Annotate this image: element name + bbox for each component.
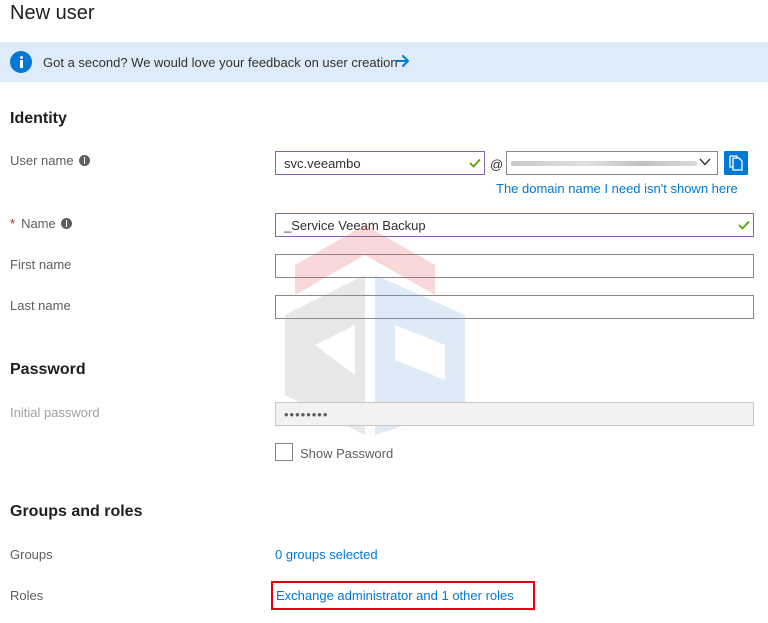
name-label: * Name <box>10 216 72 231</box>
groups-roles-heading: Groups and roles <box>10 503 143 520</box>
domain-value-redacted <box>511 161 697 166</box>
feedback-banner[interactable]: Got a second? We would love your feedbac… <box>0 42 768 82</box>
last-name-label: Last name <box>10 298 71 313</box>
show-password-checkbox[interactable] <box>275 443 293 461</box>
info-icon[interactable] <box>78 155 90 166</box>
show-password-label[interactable]: Show Password <box>300 446 393 461</box>
roles-label: Roles <box>10 588 44 603</box>
watermark-logo <box>285 225 465 435</box>
username-input[interactable] <box>275 151 485 175</box>
roles-link[interactable]: Exchange administrator and 1 other roles <box>276 588 514 603</box>
last-name-input[interactable] <box>275 295 754 319</box>
domain-not-shown-link[interactable]: The domain name I need isn't shown here <box>496 181 738 196</box>
domain-select[interactable] <box>506 151 718 175</box>
identity-heading: Identity <box>10 110 67 127</box>
at-sign: @ <box>490 157 504 172</box>
banner-text[interactable]: Got a second? We would love your feedbac… <box>43 55 398 70</box>
password-heading: Password <box>10 361 86 378</box>
checkmark-icon <box>469 158 481 168</box>
checkmark-icon <box>738 220 750 230</box>
copy-icon <box>729 155 743 171</box>
first-name-label: First name <box>10 257 72 272</box>
first-name-input[interactable] <box>275 254 754 278</box>
groups-selected-link[interactable]: 0 groups selected <box>275 547 378 562</box>
info-icon[interactable] <box>60 218 72 229</box>
initial-password-label: Initial password <box>10 405 100 420</box>
name-input[interactable] <box>275 213 754 237</box>
groups-label: Groups <box>10 547 53 562</box>
initial-password-input <box>275 402 754 426</box>
info-circle-icon <box>10 51 32 73</box>
chevron-down-icon <box>699 158 711 166</box>
page-title: New user <box>10 2 95 24</box>
required-mark: * <box>10 216 16 231</box>
arrow-right-icon[interactable] <box>395 54 411 68</box>
username-label-text: User name <box>10 153 74 168</box>
name-label-text: Name <box>21 216 56 231</box>
copy-button[interactable] <box>724 151 748 175</box>
username-label: User name <box>10 153 90 168</box>
